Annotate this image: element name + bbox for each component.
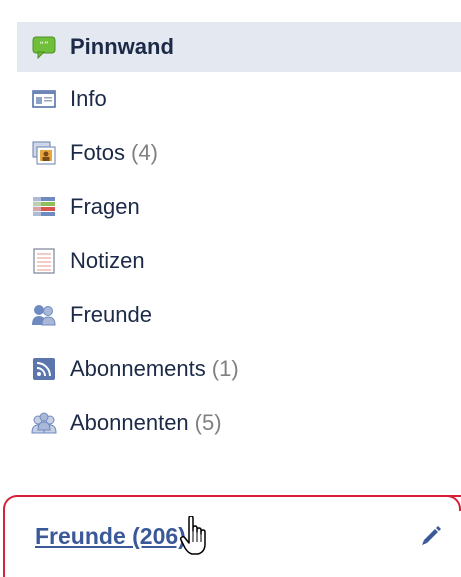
photos-icon <box>31 140 57 166</box>
sidebar-item-abonnements[interactable]: Abonnements (1) <box>17 342 461 396</box>
sidebar-item-label: Info <box>70 86 107 111</box>
sidebar-item-freunde[interactable]: Freunde <box>17 288 461 342</box>
wall-speech-bubble-icon: “” <box>31 34 57 60</box>
pencil-icon[interactable] <box>420 524 442 546</box>
sidebar-item-label: Abonnements <box>70 356 206 381</box>
hand-pointer-cursor-icon <box>179 515 211 556</box>
sidebar-item-label: Abonnenten <box>70 410 189 435</box>
photo-count: (4) <box>131 140 158 165</box>
sidebar-item-abonnenten[interactable]: Abonnenten (5) <box>17 396 461 450</box>
sidebar-item-info[interactable]: Info <box>17 72 461 126</box>
sidebar-item-label: Fotos <box>70 140 126 165</box>
info-card-icon <box>31 86 57 112</box>
sidebar-item-label: Pinnwand <box>70 34 174 59</box>
sidebar-item-notizen[interactable]: Notizen <box>17 234 461 288</box>
sidebar-item-fotos[interactable]: Fotos (4) <box>17 126 461 180</box>
sidebar-item-fragen[interactable]: Fragen <box>17 180 461 234</box>
rss-feed-icon <box>31 356 57 382</box>
friends-icon <box>31 302 57 328</box>
friends-count-link[interactable]: Freunde (206) <box>35 523 186 550</box>
svg-text:“”: “” <box>39 41 48 51</box>
questions-icon <box>31 194 57 220</box>
sidebar-item-label: Freunde <box>70 302 152 327</box>
profile-sidebar-nav: “” Pinnwand Info Fotos (4) Fragen Notize… <box>17 22 461 450</box>
sidebar-item-label: Notizen <box>70 248 145 273</box>
subscriptions-count: (1) <box>211 356 239 381</box>
subscribers-count: (5) <box>194 410 222 435</box>
subscribers-icon <box>31 410 57 436</box>
sidebar-item-pinnwand[interactable]: “” Pinnwand <box>17 22 461 72</box>
notes-icon <box>31 248 57 274</box>
sidebar-item-label: Fragen <box>70 194 140 219</box>
friends-section: Freunde (206) <box>3 495 461 577</box>
